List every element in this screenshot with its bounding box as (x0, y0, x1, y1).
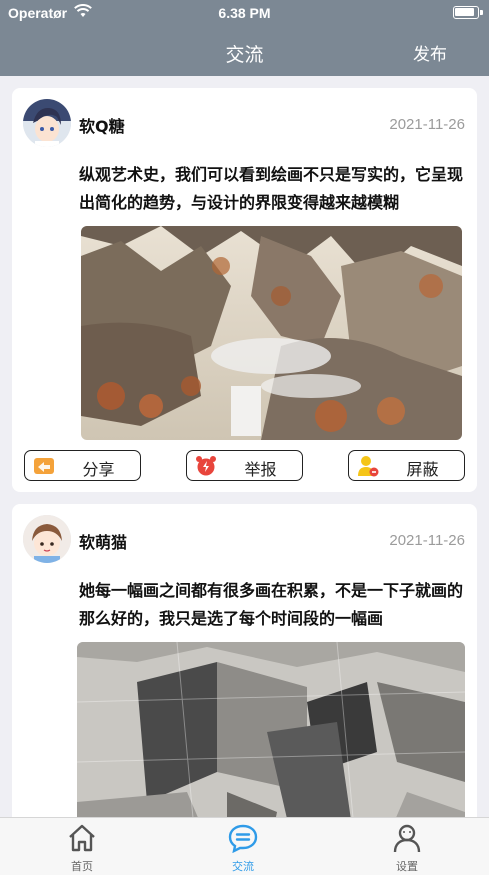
username[interactable]: 软Q糖 (79, 113, 125, 137)
share-button[interactable]: 分享 (24, 450, 141, 481)
block-label: 屏蔽 (406, 460, 439, 479)
tab-settings-label: 设置 (396, 860, 418, 873)
person-icon (393, 824, 421, 853)
home-icon (69, 824, 95, 852)
avatar[interactable] (23, 515, 71, 563)
post-card[interactable]: 软萌猫 2021-11-26 她每一幅画之间都有很多画在积累，不是一下子就画的那… (12, 504, 477, 817)
avatar-girl-icon (23, 515, 71, 563)
tab-community-label: 交流 (232, 860, 254, 873)
battery-tip (480, 10, 483, 15)
app-screen: Operatør 6.38 PM 交流 发布 软Q糖 2021-11-26 纵观… (0, 0, 489, 875)
post-date: 2021-11-26 (389, 116, 465, 133)
share-label: 分享 (82, 460, 115, 479)
status-time: 6.38 PM (218, 5, 271, 21)
post-actions: 分享 举报 屏蔽 (12, 450, 477, 482)
tab-community[interactable]: 交流 (183, 818, 303, 875)
publish-button[interactable]: 发布 (413, 40, 447, 65)
post-content[interactable]: 她每一幅画之间都有很多画在积累，不是一下子就画的那么好的，我只是选了每个时间段的… (79, 577, 467, 633)
username[interactable]: 软萌猫 (79, 529, 127, 553)
report-label: 举报 (244, 460, 277, 479)
post-image[interactable] (77, 642, 465, 817)
post-content[interactable]: 纵观艺术史，我们可以看到绘画不只是写实的，它呈现出简化的趋势，与设计的界限变得越… (79, 161, 467, 217)
avatar[interactable] (23, 99, 71, 147)
chat-bubble-icon (228, 824, 258, 853)
landscape-painting-image (81, 226, 462, 440)
report-button[interactable]: 举报 (186, 450, 303, 481)
top-bar: Operatør 6.38 PM 交流 发布 (0, 0, 489, 76)
post-image[interactable] (81, 226, 462, 440)
post-date: 2021-11-26 (389, 532, 465, 549)
block-button[interactable]: 屏蔽 (348, 450, 465, 481)
status-bar: Operatør 6.38 PM (0, 0, 489, 26)
battery-icon (453, 6, 479, 19)
tab-home-label: 首页 (71, 860, 93, 873)
tab-home[interactable]: 首页 (22, 818, 142, 875)
pencil-sketch-image (77, 642, 465, 817)
tab-bar: 首页 交流 设置 (0, 817, 489, 875)
post-feed[interactable]: 软Q糖 2021-11-26 纵观艺术史，我们可以看到绘画不只是写实的，它呈现出… (0, 76, 489, 817)
avatar-boy-icon (23, 99, 71, 147)
tab-settings[interactable]: 设置 (347, 818, 467, 875)
post-card[interactable]: 软Q糖 2021-11-26 纵观艺术史，我们可以看到绘画不只是写实的，它呈现出… (12, 88, 477, 492)
